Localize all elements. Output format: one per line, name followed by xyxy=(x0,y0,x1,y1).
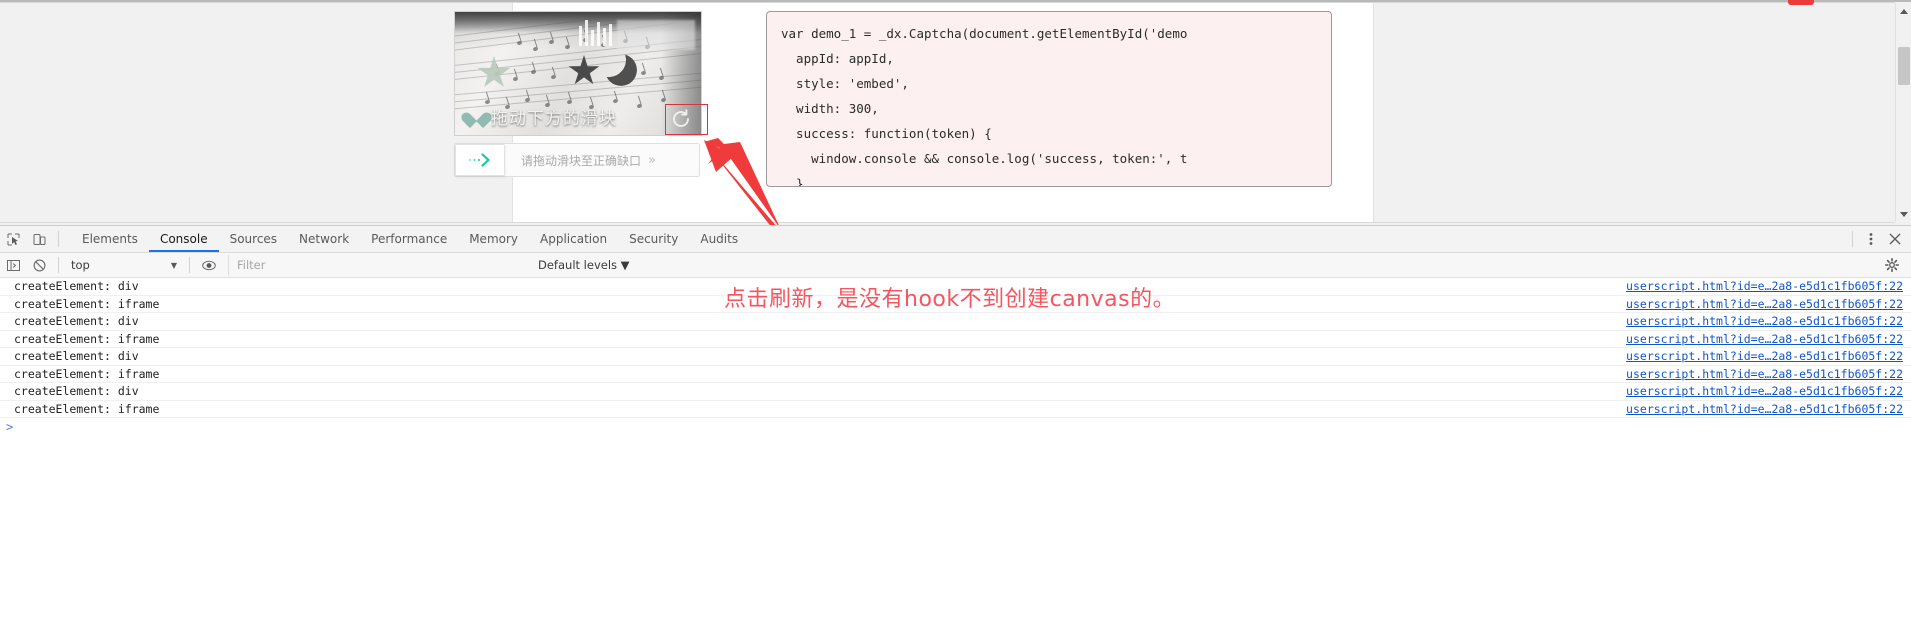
browser-page-viewport: 拖动下方的滑块 请拖动滑块至正确缺口 » var demo_1 = _dx.Ca… xyxy=(0,0,1911,225)
captcha-slider-knob[interactable] xyxy=(455,144,505,176)
close-icon[interactable] xyxy=(1883,226,1907,252)
inspect-element-icon[interactable] xyxy=(0,226,26,252)
execution-context-value: top xyxy=(71,258,90,272)
clear-console-icon[interactable] xyxy=(26,253,52,277)
console-prompt[interactable]: > xyxy=(0,418,1911,436)
slider-placeholder-text: 请拖动滑块至正确缺口 xyxy=(521,153,642,168)
puzzle-piece-heart xyxy=(467,106,486,123)
console-message: createElement: iframe xyxy=(14,331,160,346)
tab-application[interactable]: Application xyxy=(529,226,618,252)
code-line: var demo_1 = _dx.Captcha(document.getEle… xyxy=(781,26,1188,41)
devtools-tabbar-right xyxy=(1846,226,1907,252)
console-message: createElement: div xyxy=(14,384,139,399)
screenshot-root: 拖动下方的滑块 请拖动滑块至正确缺口 » var demo_1 = _dx.Ca… xyxy=(0,0,1911,626)
console-message: createElement: div xyxy=(14,279,139,294)
captcha-slider-label: 请拖动滑块至正确缺口 » xyxy=(521,144,656,176)
console-filter-bar: top ▼ Default levels ▼ xyxy=(0,253,1911,278)
code-line: window.console && console.log('success, … xyxy=(781,151,1188,166)
filterbar-divider xyxy=(189,257,190,273)
page-scrollbar[interactable] xyxy=(1895,3,1911,222)
top-red-marker xyxy=(1788,0,1814,5)
devtools-tab-list: Elements Console Sources Network Perform… xyxy=(71,226,749,252)
tab-security[interactable]: Security xyxy=(618,226,689,252)
console-source-link[interactable]: userscript.html?id=e…2a8-e5d1c1fb605f:22 xyxy=(1626,349,1903,363)
console-log-list: createElement: div userscript.html?id=e…… xyxy=(0,278,1911,626)
console-source-link[interactable]: userscript.html?id=e…2a8-e5d1c1fb605f:22 xyxy=(1626,402,1903,416)
code-snippet-panel: var demo_1 = _dx.Captcha(document.getEle… xyxy=(766,11,1332,187)
log-levels-select[interactable]: Default levels ▼ xyxy=(538,258,630,272)
console-row[interactable]: createElement: iframe userscript.html?id… xyxy=(0,401,1911,418)
code-line: style: 'embed', xyxy=(781,76,909,91)
viewport-bottom-rule xyxy=(0,222,1895,223)
captcha-hint-text: 拖动下方的滑块 xyxy=(491,109,617,129)
settings-gear-wrapper xyxy=(1879,253,1905,277)
console-message: createElement: iframe xyxy=(14,366,160,381)
captcha-image: 拖动下方的滑块 xyxy=(454,11,702,136)
console-source-link[interactable]: userscript.html?id=e…2a8-e5d1c1fb605f:22 xyxy=(1626,314,1903,328)
chevron-down-icon: ▼ xyxy=(620,258,630,272)
console-source-link[interactable]: userscript.html?id=e…2a8-e5d1c1fb605f:22 xyxy=(1626,384,1903,398)
tab-memory[interactable]: Memory xyxy=(458,226,529,252)
gear-icon[interactable] xyxy=(1879,253,1905,277)
console-source-link[interactable]: userscript.html?id=e…2a8-e5d1c1fb605f:22 xyxy=(1626,297,1903,311)
console-message: createElement: iframe xyxy=(14,401,160,416)
console-row[interactable]: createElement: div userscript.html?id=e…… xyxy=(0,313,1911,331)
console-row[interactable]: createElement: iframe userscript.html?id… xyxy=(0,366,1911,383)
tab-audits[interactable]: Audits xyxy=(689,226,749,252)
console-source-link[interactable]: userscript.html?id=e…2a8-e5d1c1fb605f:22 xyxy=(1626,332,1903,346)
toolbar-divider xyxy=(58,231,59,247)
execution-context-select[interactable]: top ▼ xyxy=(65,256,183,274)
captcha-slider-track[interactable]: 请拖动滑块至正确缺口 » xyxy=(454,143,700,177)
console-row[interactable]: createElement: div userscript.html?id=e…… xyxy=(0,383,1911,401)
console-source-link[interactable]: userscript.html?id=e…2a8-e5d1c1fb605f:22 xyxy=(1626,279,1903,293)
devtools-panel: Elements Console Sources Network Perform… xyxy=(0,225,1911,626)
code-line: success: function(token) { xyxy=(781,126,992,141)
console-message: createElement: div xyxy=(14,349,139,364)
console-sidebar-icon[interactable] xyxy=(0,253,26,277)
tab-elements[interactable]: Elements xyxy=(71,226,149,252)
device-toolbar-icon[interactable] xyxy=(26,226,52,252)
chevron-down-icon: ▼ xyxy=(170,260,177,270)
devtools-tabbar: Elements Console Sources Network Perform… xyxy=(0,226,1911,253)
prompt-caret-icon: > xyxy=(6,420,14,434)
log-levels-value: Default levels xyxy=(538,258,618,272)
code-line: appId: appId, xyxy=(781,51,894,66)
arrow-right-icon xyxy=(468,153,490,167)
console-message: createElement: iframe xyxy=(14,296,160,311)
tab-console[interactable]: Console xyxy=(148,226,219,252)
slider-chevron-icon: » xyxy=(648,152,656,168)
scroll-up-arrow[interactable] xyxy=(1896,3,1911,19)
toolbar-divider xyxy=(1852,231,1853,247)
code-line: width: 300, xyxy=(781,101,879,116)
tab-network[interactable]: Network xyxy=(288,226,360,252)
scrollbar-thumb[interactable] xyxy=(1898,47,1910,85)
captcha-widget[interactable]: 拖动下方的滑块 请拖动滑块至正确缺口 » xyxy=(454,11,702,177)
tab-performance[interactable]: Performance xyxy=(360,226,458,252)
console-source-link[interactable]: userscript.html?id=e…2a8-e5d1c1fb605f:22 xyxy=(1626,367,1903,381)
live-expression-icon[interactable] xyxy=(196,253,222,277)
kebab-menu-icon[interactable] xyxy=(1859,226,1883,252)
refresh-icon[interactable] xyxy=(670,108,692,130)
code-line: } xyxy=(781,176,804,187)
image-blur-strip xyxy=(617,20,695,50)
filterbar-divider xyxy=(58,257,59,273)
console-row[interactable]: createElement: iframe userscript.html?id… xyxy=(0,331,1911,348)
annotation-text: 点击刷新，是没有hook不到创建canvas的。 xyxy=(724,287,1176,312)
image-blur-bars xyxy=(579,20,615,46)
console-row[interactable]: createElement: div userscript.html?id=e…… xyxy=(0,348,1911,366)
puzzle-hole-moon xyxy=(605,54,637,86)
console-message: createElement: div xyxy=(14,314,139,329)
tab-sources[interactable]: Sources xyxy=(219,226,288,252)
scroll-down-arrow[interactable] xyxy=(1896,206,1911,222)
